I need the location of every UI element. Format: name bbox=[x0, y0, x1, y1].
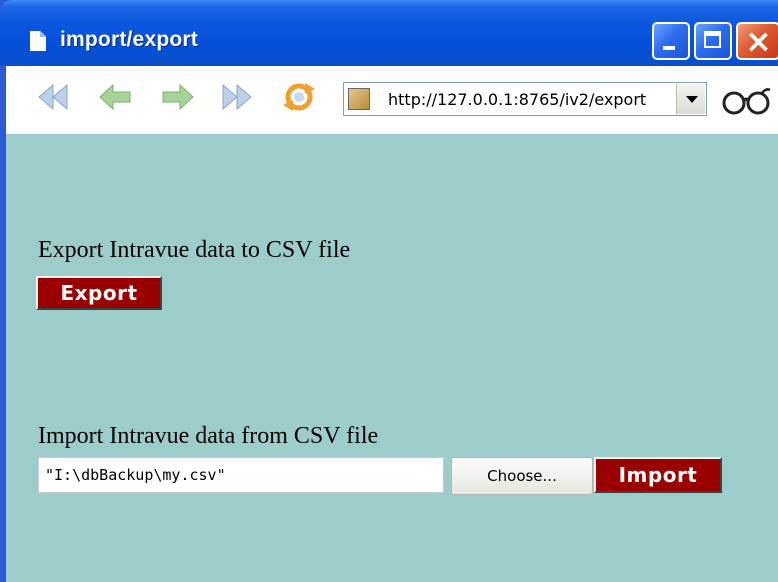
browser-window: import/export × http://127.0.0.1:8765/iv… bbox=[0, 0, 778, 582]
glasses-icon[interactable] bbox=[720, 86, 772, 116]
maximize-icon bbox=[704, 31, 721, 48]
close-icon: × bbox=[745, 22, 772, 60]
page-content bbox=[6, 134, 778, 582]
favicon-icon bbox=[348, 88, 370, 110]
file-path-input[interactable]: "I:\dbBackup\my.csv" bbox=[38, 457, 444, 493]
last-icon[interactable] bbox=[218, 80, 256, 114]
document-icon bbox=[30, 31, 46, 51]
import-heading: Import Intravue data from CSV file bbox=[38, 423, 379, 449]
first-icon[interactable] bbox=[34, 80, 72, 114]
address-bar[interactable]: http://127.0.0.1:8765/iv2/export bbox=[343, 82, 707, 116]
address-text: http://127.0.0.1:8765/iv2/export bbox=[388, 90, 647, 109]
choose-file-button[interactable]: Choose... bbox=[451, 457, 593, 495]
address-dropdown-button[interactable] bbox=[676, 84, 705, 114]
back-icon[interactable] bbox=[96, 80, 134, 114]
minimize-icon bbox=[663, 46, 675, 50]
export-button[interactable]: Export bbox=[36, 276, 162, 310]
title-bar: import/export × bbox=[0, 0, 778, 66]
close-button[interactable]: × bbox=[736, 22, 778, 60]
maximize-button[interactable] bbox=[694, 22, 732, 60]
refresh-icon[interactable] bbox=[280, 80, 318, 114]
import-button[interactable]: Import bbox=[594, 457, 722, 493]
export-heading: Export Intravue data to CSV file bbox=[38, 237, 351, 263]
window-title: import/export bbox=[60, 28, 198, 51]
forward-icon[interactable] bbox=[159, 80, 197, 114]
minimize-button[interactable] bbox=[652, 22, 690, 60]
